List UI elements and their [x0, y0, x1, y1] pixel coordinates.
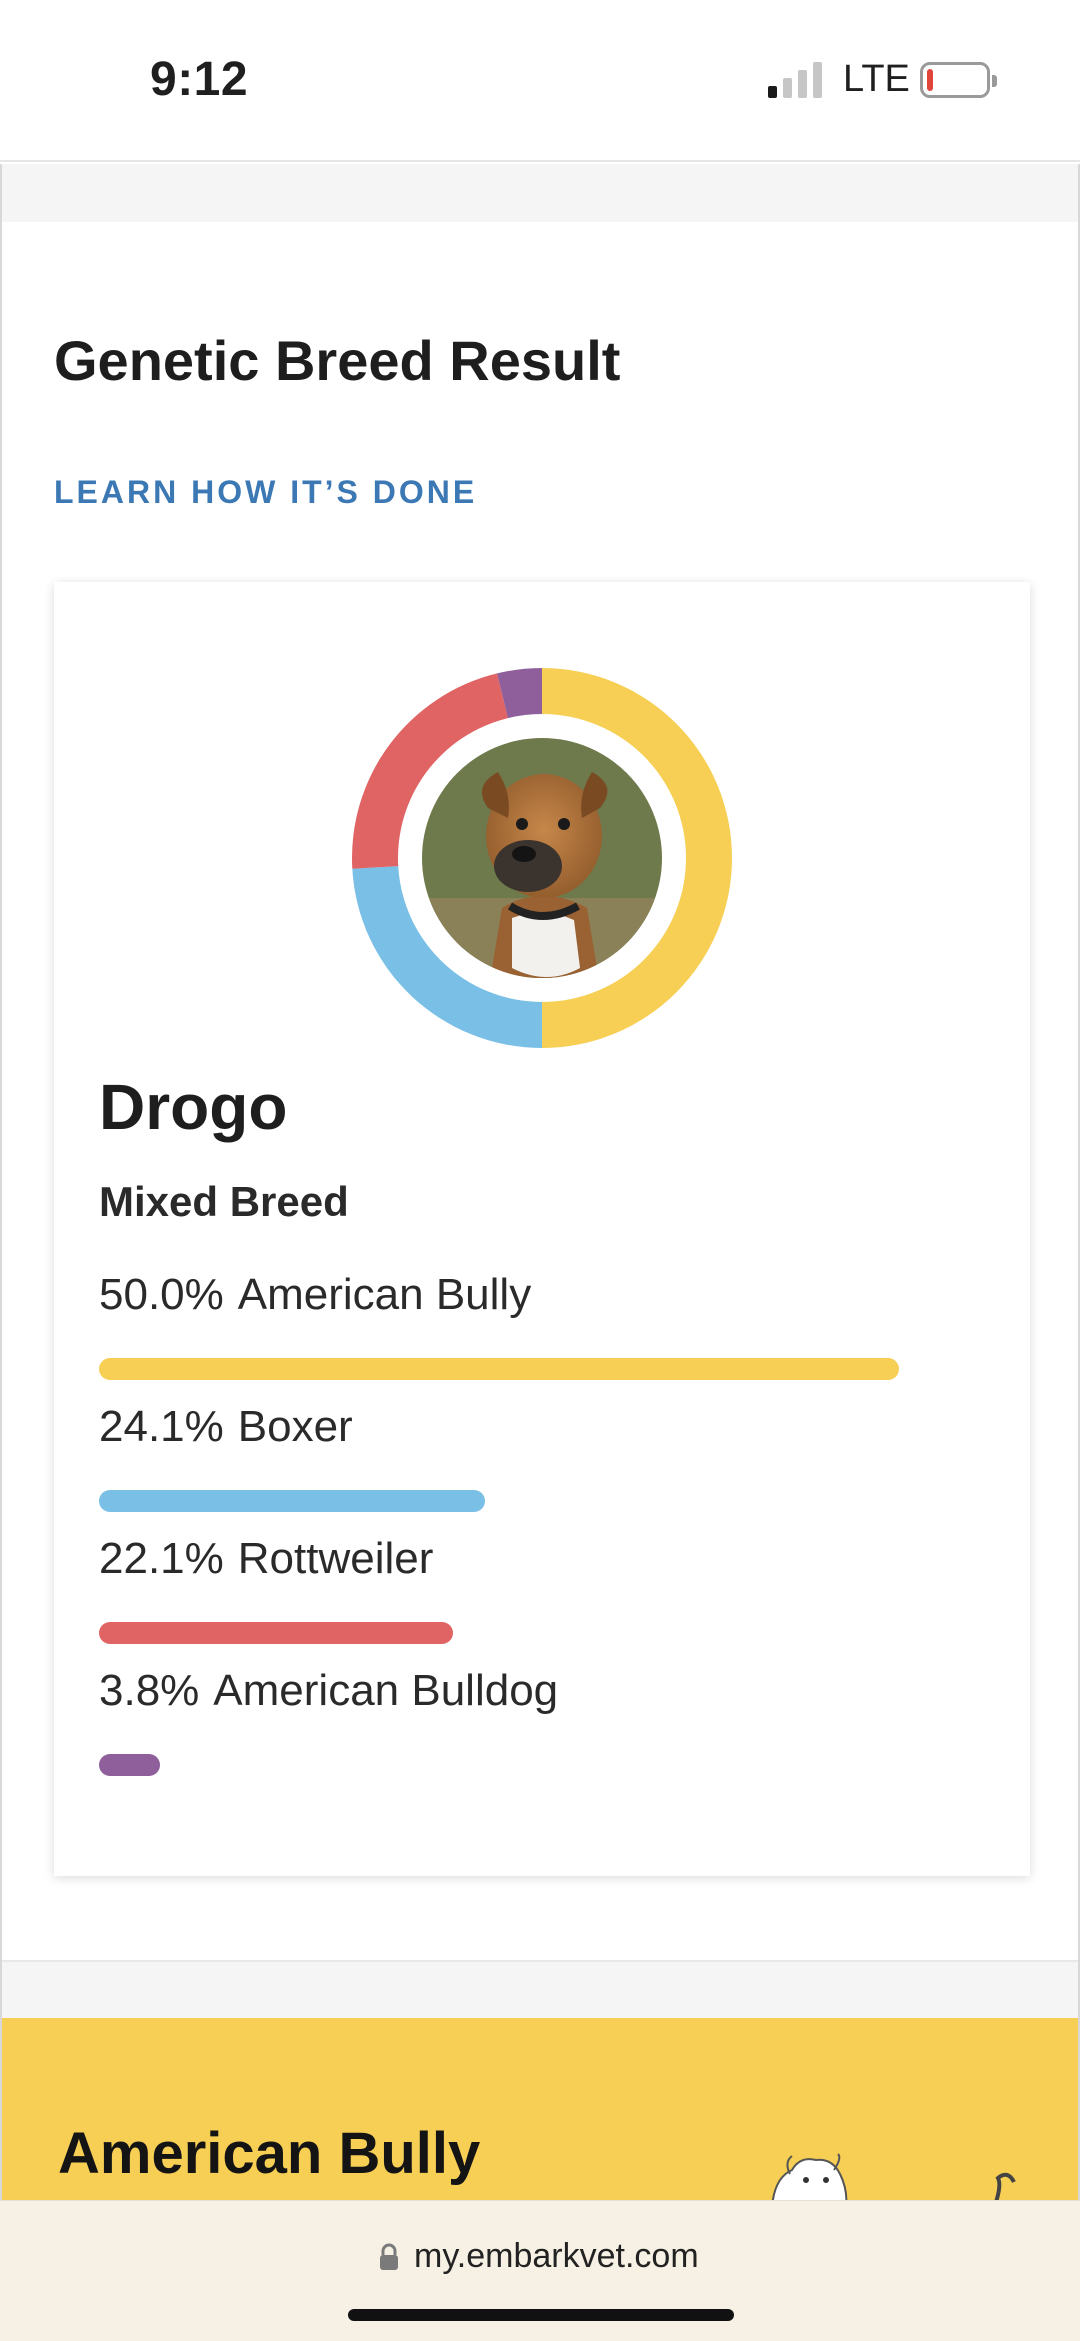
breed-percent: 3.8%	[99, 1666, 200, 1715]
breed-row: 3.8% American Bulldog	[99, 1666, 979, 1776]
breed-percent: 22.1%	[99, 1534, 224, 1583]
status-bar: 9:12 LTE	[0, 0, 1080, 162]
lock-icon	[380, 2243, 398, 2270]
breed-percent: 24.1%	[99, 1402, 224, 1451]
breed-row: 50.0% American Bully	[99, 1270, 979, 1380]
breed-label: 24.1% Boxer	[99, 1402, 979, 1452]
breed-bar	[99, 1754, 160, 1776]
breed-row: 24.1% Boxer	[99, 1402, 979, 1512]
breed-label: 3.8% American Bulldog	[99, 1666, 979, 1716]
breed-bar	[99, 1358, 899, 1380]
battery-icon	[920, 62, 997, 98]
breed-result-card: Drogo Mixed Breed 50.0% American Bully 24…	[54, 582, 1030, 1876]
dog-photo-icon	[422, 738, 662, 978]
breed-name: Rottweiler	[237, 1534, 434, 1583]
breed-type: Mixed Breed	[99, 1178, 349, 1225]
breed-bar	[99, 1490, 485, 1512]
breed-label: 50.0% American Bully	[99, 1270, 979, 1320]
breed-donut-chart	[352, 668, 732, 1048]
breed-detail-title: American Bully	[58, 2121, 481, 2186]
breed-detail-section: American Bully	[2, 2018, 1078, 2200]
breed-bar	[99, 1622, 453, 1644]
browser-url-bar[interactable]: my.embarkvet.com	[0, 2200, 1080, 2341]
learn-how-link[interactable]: LEARN HOW IT’S DONE	[54, 474, 477, 511]
url-text[interactable]: my.embarkvet.com	[414, 2237, 699, 2276]
battery-level	[927, 69, 933, 91]
section-divider	[2, 164, 1078, 222]
signal-strength-icon	[768, 60, 824, 98]
page-content[interactable]: Genetic Breed Result LEARN HOW IT’S DONE	[0, 164, 1080, 2200]
breed-row: 22.1% Rottweiler	[99, 1534, 979, 1644]
home-indicator[interactable]	[348, 2309, 734, 2321]
breed-name: American Bully	[237, 1270, 532, 1319]
breed-percent: 50.0%	[99, 1270, 224, 1319]
dog-illustration-icon	[771, 2153, 1016, 2200]
breed-name: Boxer	[237, 1402, 353, 1451]
breed-name: American Bulldog	[213, 1666, 559, 1715]
breed-label: 22.1% Rottweiler	[99, 1534, 979, 1584]
network-type: LTE	[843, 58, 910, 100]
section-divider	[2, 1960, 1078, 2018]
page-title: Genetic Breed Result	[54, 329, 621, 392]
dog-name: Drogo	[99, 1071, 288, 1143]
status-time: 9:12	[150, 53, 249, 106]
